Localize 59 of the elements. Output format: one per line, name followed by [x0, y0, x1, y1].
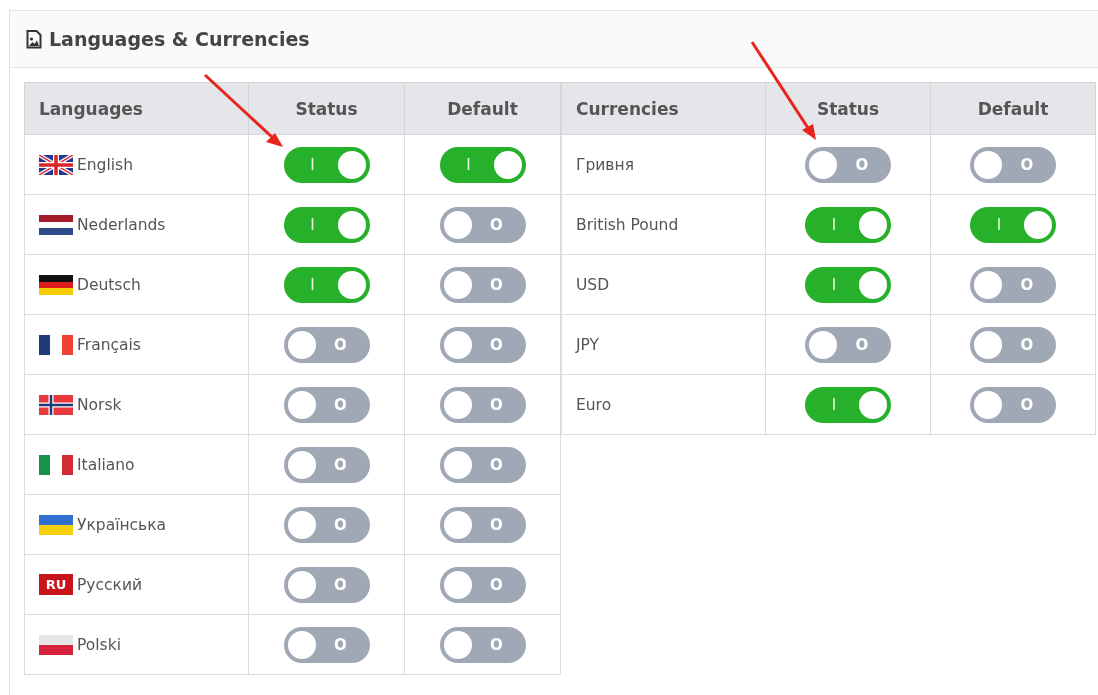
toggle-switch[interactable]: O [283, 626, 370, 663]
toggle-switch[interactable]: O [283, 566, 370, 603]
currency-name: USD [576, 275, 610, 294]
language-name: Polski [77, 635, 121, 654]
currency-name: Euro [576, 395, 612, 414]
flag-icon [39, 514, 73, 535]
flag-icon [39, 214, 73, 235]
toggle-switch[interactable]: O [283, 506, 370, 543]
flag-icon [39, 634, 73, 655]
column-header: Default [404, 82, 561, 135]
toggle-switch[interactable]: O [805, 326, 891, 363]
toggle-switch[interactable]: I [805, 266, 891, 303]
language-name: Deutsch [77, 275, 141, 294]
toggle-switch[interactable]: O [805, 146, 891, 183]
flag-icon [39, 274, 73, 295]
toggle-switch[interactable]: O [439, 626, 526, 663]
toggle-switch[interactable]: O [439, 386, 526, 423]
toggle-switch[interactable]: O [439, 326, 526, 363]
toggle-switch[interactable]: O [439, 266, 526, 303]
toggle-switch[interactable]: O [970, 266, 1056, 303]
flag-icon [39, 394, 73, 415]
language-name: English [77, 155, 133, 174]
toggle-switch[interactable]: O [439, 206, 526, 243]
language-name: Nederlands [77, 215, 166, 234]
toggle-switch[interactable]: I [283, 146, 370, 183]
currency-name: JPY [576, 335, 600, 354]
flag-icon [39, 334, 73, 355]
toggle-switch[interactable]: O [970, 146, 1056, 183]
column-header: Languages [24, 82, 249, 135]
panel-title: Languages & Currencies [49, 28, 310, 50]
toggle-switch[interactable]: I [970, 206, 1056, 243]
image-file-icon [26, 29, 42, 49]
toggle-switch[interactable]: O [283, 386, 370, 423]
toggle-switch[interactable]: I [283, 206, 370, 243]
column-header: Default [930, 82, 1096, 135]
flag-icon [39, 154, 73, 175]
column-header: Status [765, 82, 931, 135]
language-name: Русский [77, 575, 143, 594]
toggle-switch[interactable]: O [439, 446, 526, 483]
toggle-switch[interactable]: O [970, 386, 1056, 423]
toggle-switch[interactable]: O [970, 326, 1056, 363]
toggle-switch[interactable]: O [283, 326, 370, 363]
toggle-switch[interactable]: I [805, 386, 891, 423]
toggle-switch[interactable]: I [805, 206, 891, 243]
currency-name: British Pound [576, 215, 679, 234]
language-name: Italiano [77, 455, 135, 474]
flag-icon [39, 454, 73, 475]
currency-name: Гривня [576, 155, 634, 174]
toggle-switch[interactable]: O [439, 506, 526, 543]
toggle-switch[interactable]: I [283, 266, 370, 303]
column-header: Status [248, 82, 405, 135]
toggle-switch[interactable]: O [439, 566, 526, 603]
language-name: Українська [77, 515, 167, 534]
language-name: Français [77, 335, 141, 354]
toggle-switch[interactable]: O [283, 446, 370, 483]
language-name: Norsk [77, 395, 122, 414]
toggle-switch[interactable]: I [439, 146, 526, 183]
column-header: Currencies [561, 82, 766, 135]
flag-badge: RU [39, 574, 73, 595]
